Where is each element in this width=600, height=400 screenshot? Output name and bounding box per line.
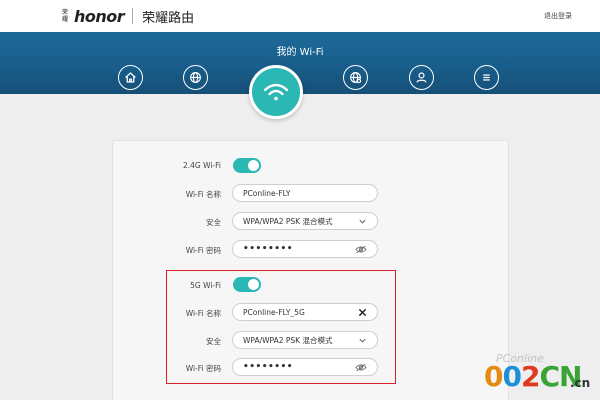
user-icon xyxy=(416,72,427,83)
watermark-char: 0 xyxy=(484,360,504,393)
toggle-knob xyxy=(248,279,259,290)
brand-logo: 荣耀 honor 荣耀路由 xyxy=(62,5,194,27)
close-icon[interactable] xyxy=(358,308,367,317)
globe-settings-icon xyxy=(350,72,362,84)
watermark-logo: 002CN xyxy=(484,360,582,393)
product-title: 荣耀路由 xyxy=(142,10,195,26)
nav-more-button[interactable] xyxy=(474,65,499,90)
wifi5-name-label: Wi-Fi 名称 xyxy=(185,309,221,318)
chevron-down-icon xyxy=(359,219,366,224)
wifi24-name-value: PConline-FLY xyxy=(243,188,291,198)
toggle-knob xyxy=(248,160,259,171)
wifi24-toggle[interactable] xyxy=(233,158,261,173)
wifi5-toggle[interactable] xyxy=(233,277,261,292)
wifi5-security-value: WPA/WPA2 PSK 混合模式 xyxy=(243,335,333,345)
wifi24-security-select[interactable]: WPA/WPA2 PSK 混合模式 xyxy=(232,212,378,230)
wifi24-password-label: Wi-Fi 密码 xyxy=(185,246,221,255)
wifi5-security-label: 安全 xyxy=(206,337,221,346)
nav-home-button[interactable] xyxy=(118,65,143,90)
wifi24-name-input[interactable]: PConline-FLY xyxy=(232,184,378,202)
brand-wordmark: honor xyxy=(74,6,125,26)
watermark-suffix: .cn xyxy=(570,376,591,390)
wifi-icon xyxy=(263,83,289,101)
eye-hidden-icon[interactable] xyxy=(355,245,367,254)
wifi24-password-input[interactable]: •••••••• xyxy=(232,240,378,258)
brand-divider xyxy=(132,8,134,24)
wifi5-name-value: PConline-FLY_5G xyxy=(243,307,305,317)
logout-link[interactable]: 退出登录 xyxy=(544,11,572,21)
home-icon xyxy=(125,72,136,83)
wifi5-toggle-label: 5G Wi-Fi xyxy=(190,281,221,290)
wifi24-security-label: 安全 xyxy=(206,218,221,227)
chevron-down-icon xyxy=(359,338,366,343)
wifi5-security-select[interactable]: WPA/WPA2 PSK 混合模式 xyxy=(232,331,378,349)
wifi24-password-value: •••••••• xyxy=(243,244,294,254)
wifi24-toggle-label: 2.4G Wi-Fi xyxy=(182,161,221,170)
wifi5-password-label: Wi-Fi 密码 xyxy=(185,364,221,373)
watermark-char: 0 xyxy=(502,360,522,393)
wifi5-password-value: •••••••• xyxy=(243,362,294,372)
globe-icon xyxy=(190,72,201,83)
nav-devices-button[interactable] xyxy=(409,65,434,90)
site-watermark: PConline 002CN .cn xyxy=(466,352,600,400)
nav-internet-button[interactable] xyxy=(183,65,208,90)
wifi5-name-input[interactable]: PConline-FLY_5G xyxy=(232,303,378,321)
top-bar: 荣耀 honor 荣耀路由 退出登录 xyxy=(0,0,600,32)
nav-wifi-button-active[interactable] xyxy=(249,65,303,119)
wifi24-security-value: WPA/WPA2 PSK 混合模式 xyxy=(243,216,333,226)
eye-hidden-icon[interactable] xyxy=(355,363,367,372)
wifi24-name-label: Wi-Fi 名称 xyxy=(185,190,221,199)
nav-network-settings-button[interactable] xyxy=(343,65,368,90)
menu-icon xyxy=(483,74,490,81)
page-title: 我的 Wi-Fi xyxy=(276,47,324,58)
wifi5-password-input[interactable]: •••••••• xyxy=(232,358,378,376)
watermark-char: 2 xyxy=(520,360,541,393)
brand-mark: 荣耀 xyxy=(62,9,69,23)
